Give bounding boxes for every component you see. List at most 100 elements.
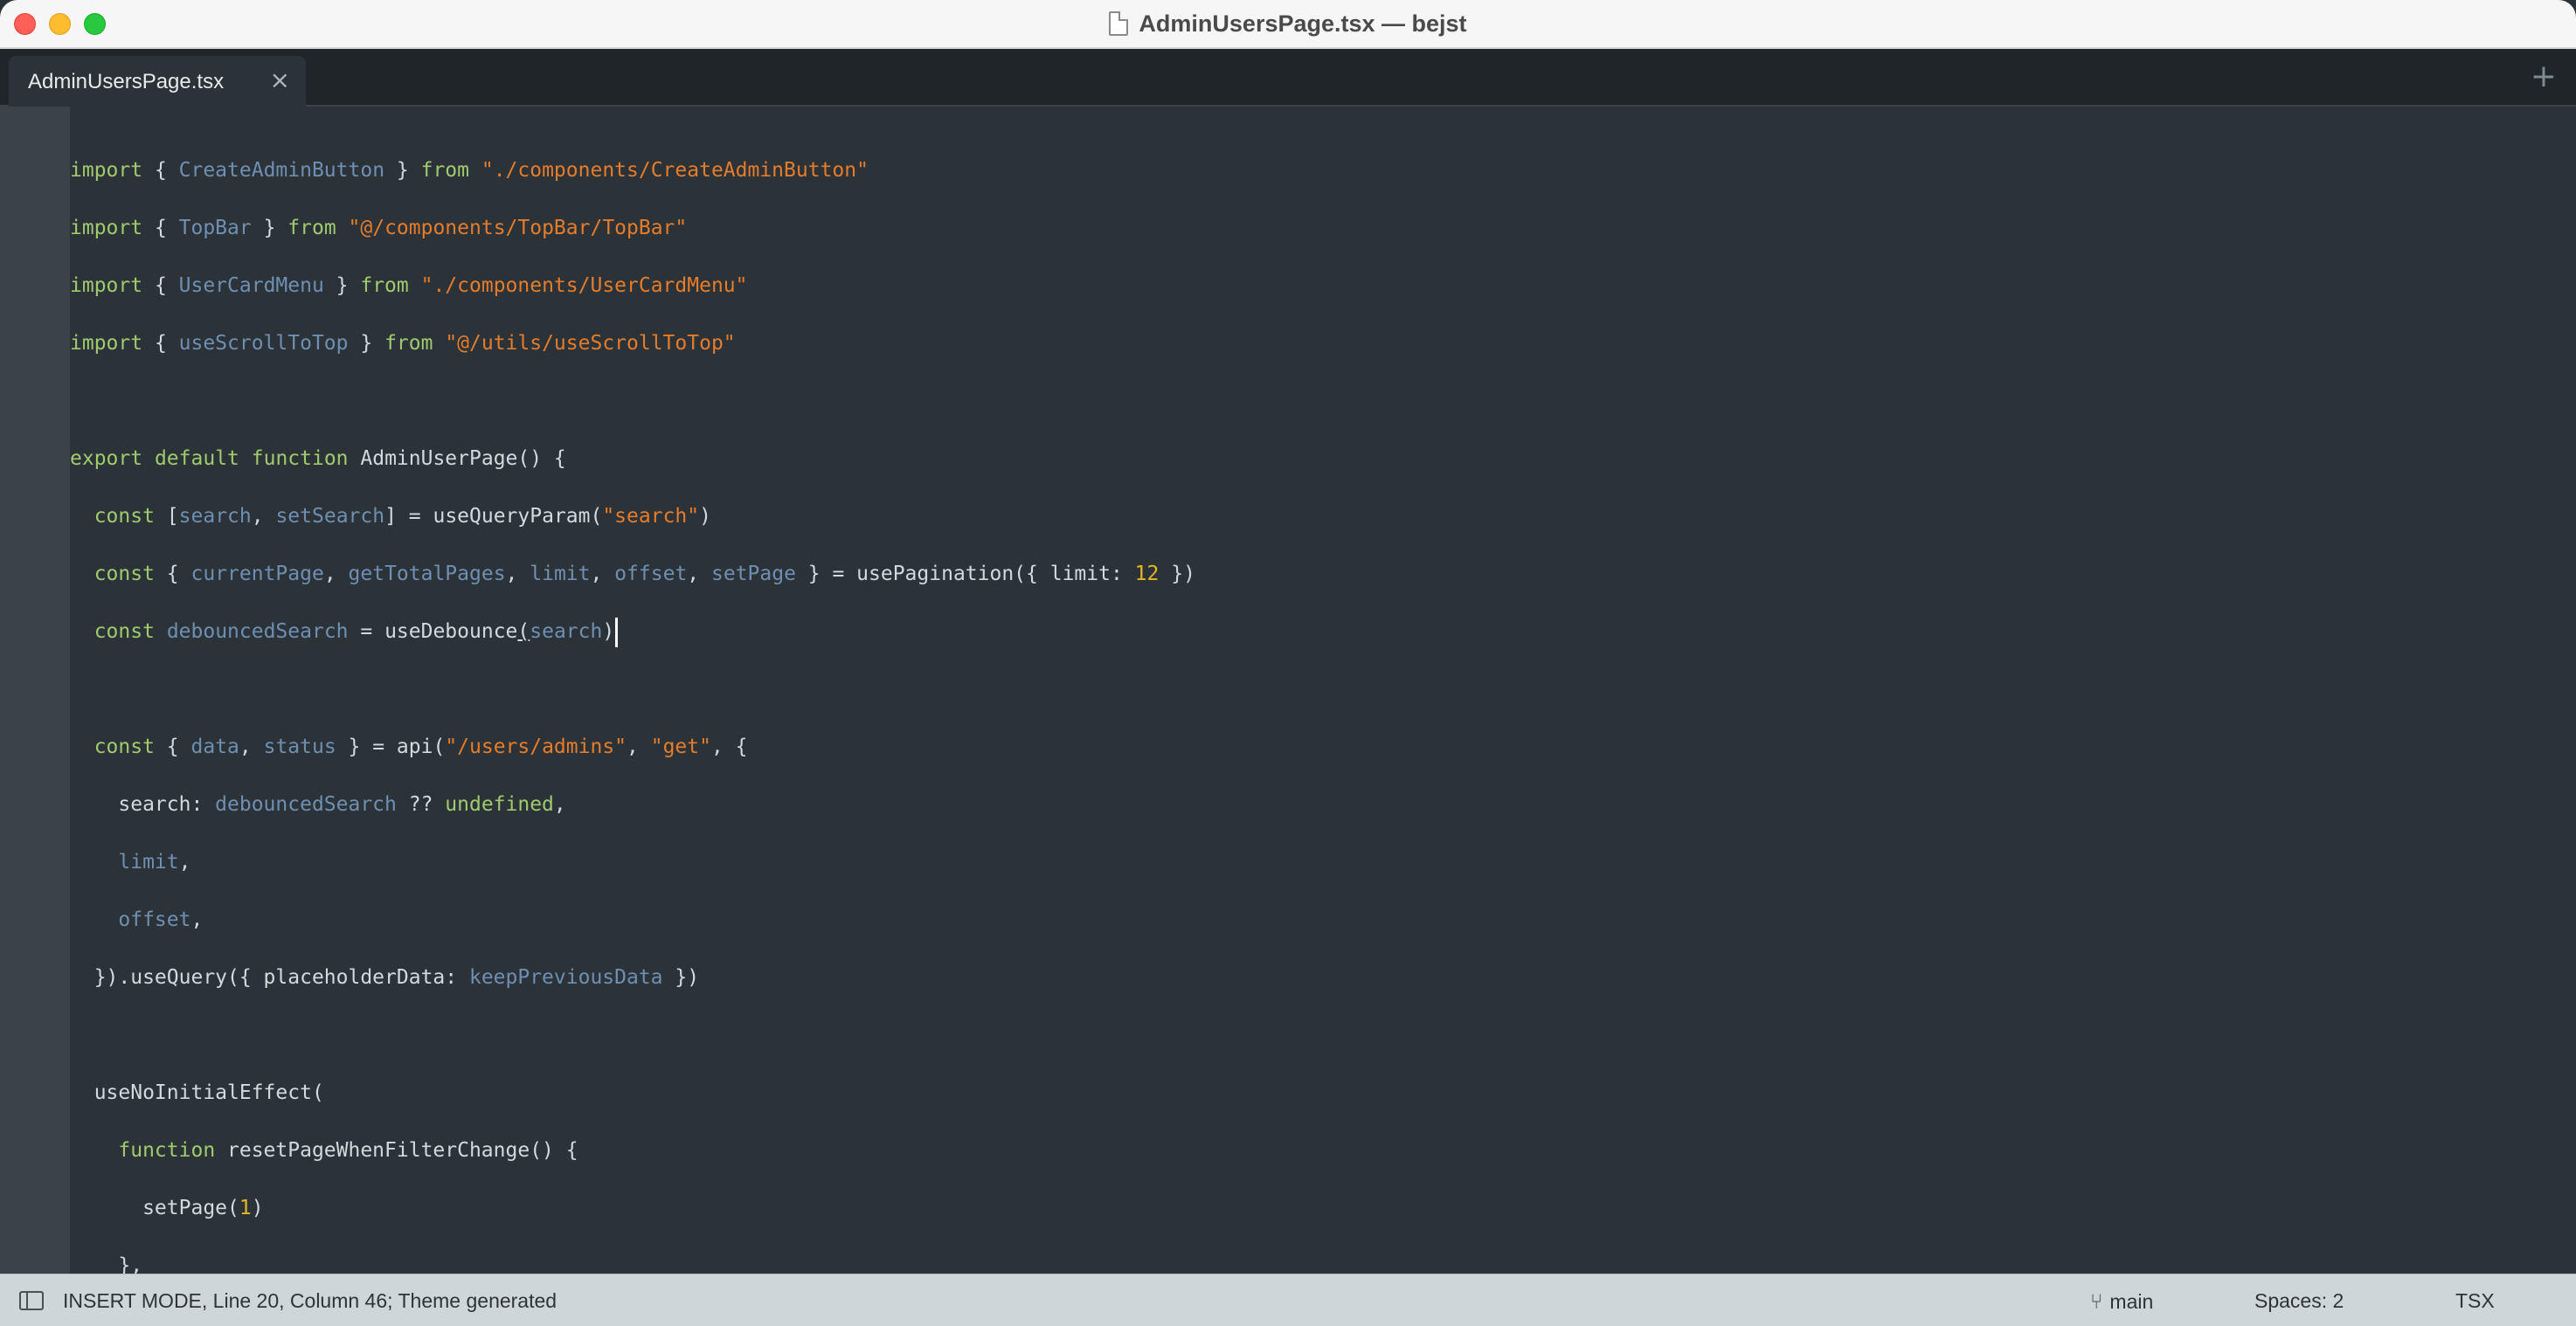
status-mode-text: INSERT MODE, Line 20, Column 46; Theme g… <box>63 1289 557 1312</box>
code-editor[interactable]: import { CreateAdminButton } from "./com… <box>0 107 2576 1277</box>
code-token: { <box>154 563 191 585</box>
code-line[interactable]: const [search, setSearch] = useQueryPara… <box>70 487 2576 545</box>
sidebar-toggle-icon[interactable] <box>19 1291 44 1310</box>
code-line[interactable]: import { UserCardMenu } from "./componen… <box>70 257 2576 314</box>
code-token: from <box>287 217 336 239</box>
code-line[interactable]: export default function AdminUserPage() … <box>70 430 2576 487</box>
code-token: from <box>384 332 433 355</box>
code-line[interactable]: }).useQuery({ placeholderData: keepPrevi… <box>70 949 2576 1006</box>
code-token: , { <box>710 736 748 758</box>
code-token: limit <box>118 851 179 874</box>
code-token: limit <box>530 563 591 585</box>
code-token: const <box>93 563 155 585</box>
indentation-setting[interactable]: Spaces: 2 <box>2254 1289 2344 1313</box>
code-token: 12 <box>1134 563 1160 585</box>
tab-close-icon[interactable]: × <box>270 67 290 93</box>
code-token: { <box>142 217 179 239</box>
code-line[interactable] <box>70 1006 2576 1064</box>
code-token: } <box>251 217 288 239</box>
code-token: import <box>70 159 143 182</box>
code-token: ] = useQueryParam( <box>384 505 603 528</box>
code-token: export <box>70 447 143 470</box>
code-token: , <box>687 563 711 585</box>
code-token: ( <box>517 620 530 643</box>
title-bar: AdminUsersPage.tsx — bejst <box>0 0 2576 49</box>
code-token: getTotalPages <box>348 563 506 585</box>
code-token: const <box>93 736 155 758</box>
code-token: const <box>93 620 155 643</box>
code-token: status <box>263 736 336 758</box>
code-line[interactable]: import { useScrollToTop } from "@/utils/… <box>70 314 2576 372</box>
code-token: import <box>70 274 143 297</box>
code-line[interactable]: offset, <box>70 891 2576 949</box>
code-token: setPage( <box>70 1197 239 1219</box>
tab-label: AdminUsersPage.tsx <box>28 70 225 93</box>
code-token: setPage <box>711 563 796 585</box>
code-token: from <box>420 159 469 182</box>
code-token: { <box>154 736 191 758</box>
code-token: , <box>323 563 349 585</box>
code-token: import <box>70 217 143 239</box>
code-line[interactable]: const { data, status } = api("/users/adm… <box>70 718 2576 776</box>
code-token: AdminUserPage() { <box>348 447 566 470</box>
code-token: search <box>178 505 252 528</box>
code-token: CreateAdminButton <box>178 159 385 182</box>
branch-name: main <box>2109 1289 2154 1313</box>
code-line[interactable]: search: debouncedSearch ?? undefined, <box>70 776 2576 833</box>
code-token: 1 <box>239 1197 252 1219</box>
code-token: useNoInitialEffect( <box>70 1081 324 1104</box>
code-line[interactable]: function resetPageWhenFilterChange() { <box>70 1122 2576 1179</box>
code-token: , <box>505 563 530 585</box>
code-token: data <box>190 736 239 758</box>
code-token: function <box>251 447 349 470</box>
code-token: }) <box>662 966 700 989</box>
line-gutter <box>0 107 70 1274</box>
code-line[interactable]: import { CreateAdminButton } from "./com… <box>70 142 2576 199</box>
code-token: } = api( <box>336 736 446 758</box>
code-token: "./components/CreateAdminButton" <box>481 159 869 182</box>
code-token: , <box>251 505 276 528</box>
code-token: "get" <box>650 736 711 758</box>
code-token: debouncedSearch <box>215 793 397 816</box>
code-token: UserCardMenu <box>178 274 324 297</box>
code-token: from <box>360 274 409 297</box>
code-token: default <box>154 447 239 470</box>
tab-adminuserspage[interactable]: AdminUsersPage.tsx × <box>9 56 306 107</box>
code-token: ) <box>251 1197 264 1219</box>
git-branch-indicator[interactable]: ⑂ main <box>2090 1289 2153 1314</box>
code-token: = useDebounce <box>348 620 518 643</box>
code-token: search <box>530 620 603 643</box>
code-token: "search" <box>602 505 700 528</box>
new-tab-button[interactable]: + <box>2531 59 2557 94</box>
code-token: { <box>142 332 179 355</box>
document-icon <box>1109 11 1129 36</box>
code-token: } <box>384 159 421 182</box>
code-token: , <box>627 736 651 758</box>
code-token: } = usePagination({ limit: <box>795 563 1135 585</box>
code-token: [ <box>154 505 179 528</box>
code-area[interactable]: import { CreateAdminButton } from "./com… <box>70 142 2576 1295</box>
code-line[interactable]: const debouncedSearch = useDebounce(sear… <box>70 603 2576 660</box>
code-line[interactable] <box>70 660 2576 718</box>
syntax-setting[interactable]: TSX <box>2455 1289 2495 1313</box>
code-line[interactable]: limit, <box>70 833 2576 891</box>
code-token: ) <box>602 620 615 643</box>
code-token: "./components/UserCardMenu" <box>420 274 748 297</box>
code-token: "/users/admins" <box>445 736 627 758</box>
code-line[interactable]: const { currentPage, getTotalPages, limi… <box>70 545 2576 603</box>
code-line[interactable]: useNoInitialEffect( <box>70 1064 2576 1122</box>
code-line[interactable] <box>70 372 2576 430</box>
code-token: "@/components/TopBar/TopBar" <box>348 217 688 239</box>
text-cursor <box>615 617 619 647</box>
code-token: useScrollToTop <box>178 332 349 355</box>
code-line[interactable]: import { TopBar } from "@/components/Top… <box>70 199 2576 257</box>
code-token: const <box>93 505 155 528</box>
code-line[interactable]: setPage(1) <box>70 1179 2576 1237</box>
code-token: ) <box>699 505 711 528</box>
code-token: , <box>178 851 191 874</box>
